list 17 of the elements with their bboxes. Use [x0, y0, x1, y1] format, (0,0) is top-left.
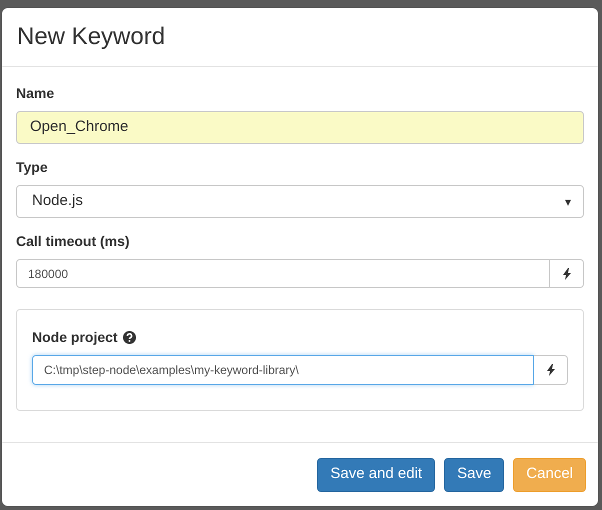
lightning-button[interactable] [534, 355, 568, 385]
input-field[interactable]: C:\tmp\step-node\examples\my-keyword-library\ [32, 355, 534, 385]
save-button[interactable]: Save [444, 458, 504, 492]
help-icon[interactable] [122, 331, 136, 344]
field-label: Node project [32, 328, 118, 347]
lightning-icon [562, 268, 570, 280]
field-label: Name [16, 84, 56, 103]
input-field[interactable]: 180000 [16, 259, 550, 288]
lightning-icon [546, 364, 554, 376]
select-field[interactable]: Node.js ▾ [16, 185, 584, 218]
dialog-title: New Keyword [17, 22, 166, 52]
lightning-button[interactable] [550, 259, 584, 288]
field-label: Type [16, 158, 49, 177]
save-button[interactable]: Save and edit [317, 458, 436, 492]
field-label: Call timeout (ms) [16, 232, 131, 251]
caret-icon: ▾ [565, 192, 571, 210]
input-field[interactable]: Open_Chrome [16, 111, 584, 144]
